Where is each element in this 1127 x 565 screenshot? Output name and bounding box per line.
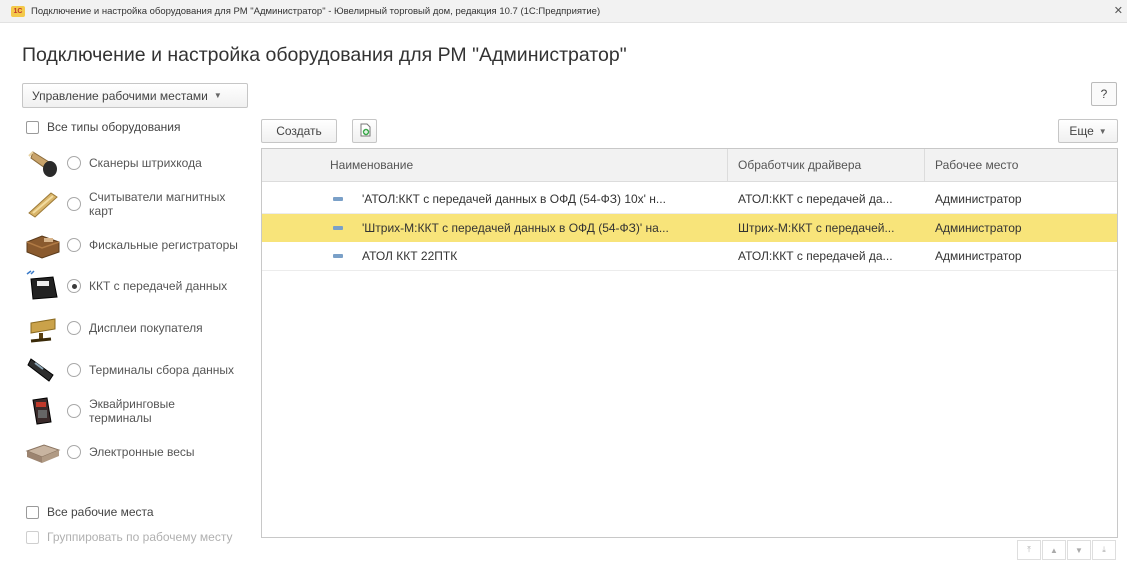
card-readers-radio[interactable] bbox=[67, 197, 81, 211]
column-divider bbox=[924, 149, 925, 181]
barcode-scanner-icon bbox=[22, 145, 64, 181]
card-reader-icon bbox=[22, 186, 64, 222]
row-divider bbox=[262, 270, 1117, 271]
customer-display-icon bbox=[22, 310, 64, 346]
fiscal-registers-radio[interactable] bbox=[67, 238, 81, 252]
row-workplace: Администратор bbox=[935, 192, 1022, 206]
chevron-down-icon: ▼ bbox=[213, 91, 222, 100]
column-header-workplace[interactable]: Рабочее место bbox=[935, 149, 1018, 181]
barcode-scanners-radio[interactable] bbox=[67, 156, 81, 170]
group-by-workplace-label: Группировать по рабочему месту bbox=[47, 530, 233, 544]
column-divider bbox=[727, 149, 728, 181]
chevron-down-icon: ▼ bbox=[1098, 126, 1107, 136]
column-header-driver[interactable]: Обработчик драйвера bbox=[738, 149, 861, 181]
data-terminals-label: Терминалы сбора данных bbox=[89, 363, 235, 377]
more-button[interactable]: Еще ▼ bbox=[1058, 119, 1118, 143]
row-name: 'Штрих-М:ККТ с передачей данных в ОФД (5… bbox=[362, 221, 669, 235]
fiscal-registers-label: Фискальные регистраторы bbox=[89, 238, 238, 252]
kkt-label: ККТ с передачей данных bbox=[89, 279, 228, 293]
page-down-icon[interactable]: ▼ bbox=[1067, 540, 1091, 560]
row-name: 'АТОЛ:ККТ с передачей данных в ОФД (54-Ф… bbox=[362, 192, 666, 206]
scales-icon bbox=[22, 434, 64, 470]
equipment-table: Наименование Обработчик драйвера Рабочее… bbox=[261, 148, 1118, 538]
equipment-type-card-readers[interactable]: Считыватели магнитных карт bbox=[22, 186, 239, 222]
row-item-icon bbox=[333, 226, 343, 230]
fiscal-register-icon bbox=[22, 227, 64, 263]
row-item-icon bbox=[333, 197, 343, 201]
row-driver: Штрих-М:ККТ с передачей... bbox=[738, 221, 895, 235]
equipment-type-fiscal-registers[interactable]: Фискальные регистраторы bbox=[22, 227, 239, 263]
page-title: Подключение и настройка оборудования для… bbox=[22, 44, 627, 66]
window-title: Подключение и настройка оборудования для… bbox=[31, 5, 601, 17]
equipment-type-data-terminals[interactable]: Терминалы сбора данных bbox=[22, 352, 239, 388]
radio-selected-dot bbox=[71, 283, 77, 289]
add-document-icon bbox=[358, 123, 372, 140]
all-types-checkbox-row[interactable]: Все типы оборудования bbox=[26, 120, 180, 134]
data-terminals-radio[interactable] bbox=[67, 363, 81, 377]
group-by-workplace-checkbox bbox=[26, 530, 39, 544]
kkt-icon bbox=[22, 268, 64, 304]
acquiring-terminals-label: Эквайринговые терминалы bbox=[89, 397, 175, 425]
table-row-selected[interactable]: 'Штрих-М:ККТ с передачей данных в ОФД (5… bbox=[262, 214, 1117, 242]
table-navigation: ⤒ ▲ ▼ ⤓ bbox=[1016, 540, 1116, 560]
all-types-checkbox[interactable] bbox=[26, 120, 39, 134]
acquiring-terminals-radio[interactable] bbox=[67, 404, 81, 418]
help-button[interactable]: ? bbox=[1091, 82, 1117, 106]
page-up-icon[interactable]: ▲ bbox=[1042, 540, 1066, 560]
acquiring-terminal-icon bbox=[22, 393, 64, 429]
all-types-label: Все типы оборудования bbox=[47, 120, 181, 134]
row-driver: АТОЛ:ККТ с передачей да... bbox=[738, 192, 893, 206]
customer-displays-radio[interactable] bbox=[67, 321, 81, 335]
manage-workplaces-label: Управление рабочими местами bbox=[32, 88, 208, 103]
last-page-icon[interactable]: ⤓ bbox=[1092, 540, 1116, 560]
row-driver: АТОЛ:ККТ с передачей да... bbox=[738, 249, 893, 263]
barcode-scanners-label: Сканеры штрихкода bbox=[89, 156, 202, 170]
equipment-type-kkt[interactable]: ККТ с передачей данных bbox=[22, 268, 239, 304]
all-workplaces-checkbox[interactable] bbox=[26, 505, 39, 519]
column-header-name[interactable]: Наименование bbox=[330, 149, 413, 181]
scales-radio[interactable] bbox=[67, 445, 81, 459]
equipment-type-scales[interactable]: Электронные весы bbox=[22, 434, 239, 470]
all-workplaces-checkbox-row[interactable]: Все рабочие места bbox=[26, 505, 154, 519]
row-name: АТОЛ ККТ 22ПТК bbox=[362, 249, 458, 263]
equipment-type-barcode-scanners[interactable]: Сканеры штрихкода bbox=[22, 145, 239, 181]
scales-label: Электронные весы bbox=[89, 445, 195, 459]
add-copy-button[interactable] bbox=[352, 119, 377, 143]
window-titlebar: 1С Подключение и настройка оборудования … bbox=[0, 0, 1127, 23]
all-workplaces-label: Все рабочие места bbox=[47, 505, 154, 519]
row-workplace: Администратор bbox=[935, 249, 1022, 263]
row-item-icon bbox=[333, 254, 343, 258]
equipment-type-acquiring-terminals[interactable]: Эквайринговые терминалы bbox=[22, 393, 239, 429]
first-page-icon[interactable]: ⤒ bbox=[1017, 540, 1041, 560]
close-icon[interactable]: ✕ bbox=[1114, 4, 1123, 17]
create-button[interactable]: Создать bbox=[261, 119, 337, 143]
card-readers-label: Считыватели магнитных карт bbox=[89, 190, 226, 218]
table-row[interactable]: 'АТОЛ:ККТ с передачей данных в ОФД (54-Ф… bbox=[262, 185, 1117, 213]
1c-logo-icon: 1С bbox=[11, 5, 25, 17]
kkt-radio[interactable] bbox=[67, 279, 81, 293]
manage-workplaces-button[interactable]: Управление рабочими местами ▼ bbox=[22, 83, 248, 108]
table-header: Наименование Обработчик драйвера Рабочее… bbox=[262, 149, 1117, 182]
data-terminal-icon bbox=[22, 352, 64, 388]
customer-displays-label: Дисплеи покупателя bbox=[89, 321, 203, 335]
group-by-workplace-checkbox-row: Группировать по рабочему месту bbox=[26, 530, 232, 544]
more-label: Еще bbox=[1069, 124, 1094, 138]
table-row[interactable]: АТОЛ ККТ 22ПТК АТОЛ:ККТ с передачей да..… bbox=[262, 242, 1117, 270]
row-workplace: Администратор bbox=[935, 221, 1022, 235]
equipment-type-customer-displays[interactable]: Дисплеи покупателя bbox=[22, 310, 239, 346]
